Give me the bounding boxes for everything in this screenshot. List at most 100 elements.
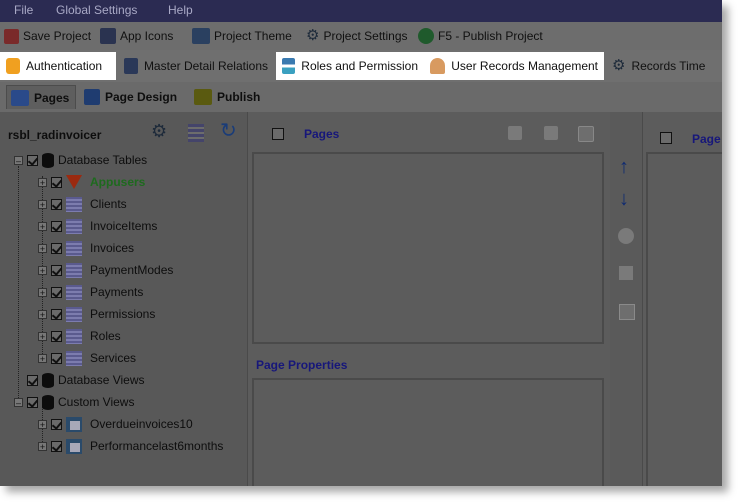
tab-roles-label: Roles and Permission xyxy=(301,59,418,73)
hierarchy-icon xyxy=(282,58,296,74)
expand-icon[interactable]: + xyxy=(38,199,47,209)
tab-publish[interactable]: Publish xyxy=(190,85,266,109)
tree-node-table[interactable]: + Services xyxy=(38,348,136,368)
menu-help[interactable]: Help xyxy=(168,3,193,17)
checkbox[interactable] xyxy=(27,154,38,166)
menu-global-settings[interactable]: Global Settings xyxy=(56,3,137,17)
collapse-icon[interactable]: – xyxy=(14,397,23,407)
add-icon[interactable] xyxy=(618,228,634,244)
add-page-icon[interactable] xyxy=(508,126,522,140)
project-settings-label: Project Settings xyxy=(323,29,408,43)
tree-node-table[interactable]: + Payments xyxy=(38,282,143,302)
pages-title: Pages xyxy=(304,127,340,141)
close-icon[interactable] xyxy=(578,126,594,142)
expand-icon[interactable]: + xyxy=(38,353,47,363)
sub-tabs: Pages Page Design Publish xyxy=(0,82,722,112)
tree-node-table[interactable]: + PaymentModes xyxy=(38,260,173,280)
lock-icon xyxy=(6,58,20,74)
arrow-up-icon[interactable]: ↑ xyxy=(619,156,629,179)
gear-icon: ⚙ xyxy=(306,27,320,44)
publish-icon xyxy=(194,89,212,105)
expand-icon[interactable]: + xyxy=(38,287,47,297)
checkbox[interactable] xyxy=(51,330,62,342)
expand-icon[interactable]: + xyxy=(38,265,47,275)
delete-icon[interactable] xyxy=(619,304,635,320)
tree-node-table[interactable]: + InvoiceItems xyxy=(38,216,157,236)
menu-bar: File Global Settings Help xyxy=(0,0,722,22)
expand-icon[interactable]: + xyxy=(38,331,47,341)
theme-icon xyxy=(192,28,210,44)
select-all-checkbox[interactable] xyxy=(272,128,284,140)
project-theme-button[interactable]: Project Theme xyxy=(192,27,292,45)
pages-list[interactable] xyxy=(252,152,604,344)
toolbar: Save Project App Icons Project Theme ⚙ P… xyxy=(0,22,722,51)
refresh-icon[interactable]: ↻ xyxy=(220,118,237,143)
tree-node-custom-views[interactable]: – Custom Views xyxy=(14,392,134,412)
tree-label: Clients xyxy=(90,197,127,211)
table-settings-icon[interactable] xyxy=(188,124,204,142)
checkbox[interactable] xyxy=(51,264,62,276)
tree-node-view[interactable]: + Performancelast6months xyxy=(38,436,223,456)
tab-authentication[interactable]: Authentication xyxy=(0,52,116,80)
tree-node-table[interactable]: + Roles xyxy=(38,326,121,346)
select-all-checkbox[interactable] xyxy=(660,132,672,144)
gear-icon[interactable]: ⚙ xyxy=(151,121,167,142)
expand-icon[interactable]: + xyxy=(38,441,47,451)
tab-user-records[interactable]: User Records Management xyxy=(424,52,604,80)
tab-records-time[interactable]: ⚙ Records Time xyxy=(606,52,722,80)
publish-project-button[interactable]: F5 - Publish Project xyxy=(418,27,543,45)
tab-page-design[interactable]: Page Design xyxy=(80,85,186,109)
tab-master-detail-label: Master Detail Relations xyxy=(143,59,268,73)
database-icon xyxy=(42,394,54,410)
app-icons-button[interactable]: App Icons xyxy=(100,27,173,45)
expand-icon[interactable]: + xyxy=(38,309,47,319)
tab-pages-label: Pages xyxy=(34,90,70,105)
checkbox[interactable] xyxy=(51,352,62,364)
table-icon xyxy=(124,58,138,74)
tree-label: Performancelast6months xyxy=(90,439,224,453)
tree-node-database-views[interactable]: Database Views xyxy=(14,370,145,390)
checkbox[interactable] xyxy=(51,198,62,210)
pages-panel: Pages Page Properties xyxy=(248,112,610,486)
tree-label: PaymentModes xyxy=(90,263,174,277)
expand-icon[interactable]: + xyxy=(38,243,47,253)
right-list[interactable] xyxy=(646,152,722,486)
menu-file[interactable]: File xyxy=(14,3,33,17)
checkbox[interactable] xyxy=(27,374,38,386)
page-properties-grid[interactable] xyxy=(252,378,604,486)
tree-label: Permissions xyxy=(90,307,156,321)
checkbox[interactable] xyxy=(51,220,62,232)
tab-records-time-label: Records Time xyxy=(631,59,706,73)
tree-label: Custom Views xyxy=(58,395,135,409)
save-project-button[interactable]: Save Project xyxy=(4,27,91,45)
tree-node-table[interactable]: + Clients xyxy=(38,194,127,214)
tab-authentication-label: Authentication xyxy=(26,59,103,73)
project-settings-button[interactable]: ⚙ Project Settings xyxy=(306,27,408,45)
table-icon xyxy=(66,328,82,344)
checkbox[interactable] xyxy=(51,242,62,254)
tab-pages[interactable]: Pages xyxy=(6,85,76,109)
arrow-down-icon[interactable]: ↓ xyxy=(619,188,629,211)
checkbox[interactable] xyxy=(51,176,62,188)
checkbox[interactable] xyxy=(51,440,62,452)
edit-icon[interactable] xyxy=(619,266,633,280)
tree-node-database-tables[interactable]: – Database Tables xyxy=(14,150,147,170)
expand-icon[interactable]: + xyxy=(38,419,47,429)
copy-icon[interactable] xyxy=(544,126,558,140)
view-icon xyxy=(66,438,82,454)
checkbox[interactable] xyxy=(51,308,62,320)
tab-roles-permission[interactable]: Roles and Permission xyxy=(276,52,424,80)
collapse-icon[interactable]: – xyxy=(14,155,23,165)
expand-icon[interactable]: + xyxy=(38,177,47,187)
checkbox[interactable] xyxy=(51,418,62,430)
tree-node-table[interactable]: + Permissions xyxy=(38,304,155,324)
tree-line xyxy=(18,166,19,402)
tab-master-detail[interactable]: Master Detail Relations xyxy=(118,52,274,80)
tree-node-view[interactable]: + Overdueinvoices10 xyxy=(38,414,193,434)
app-icons-label: App Icons xyxy=(120,29,174,43)
checkbox[interactable] xyxy=(51,286,62,298)
tree-node-table[interactable]: + Invoices xyxy=(38,238,134,258)
tree-node-table[interactable]: + Appusers xyxy=(38,172,145,192)
checkbox[interactable] xyxy=(27,396,38,408)
expand-icon[interactable]: + xyxy=(38,221,47,231)
